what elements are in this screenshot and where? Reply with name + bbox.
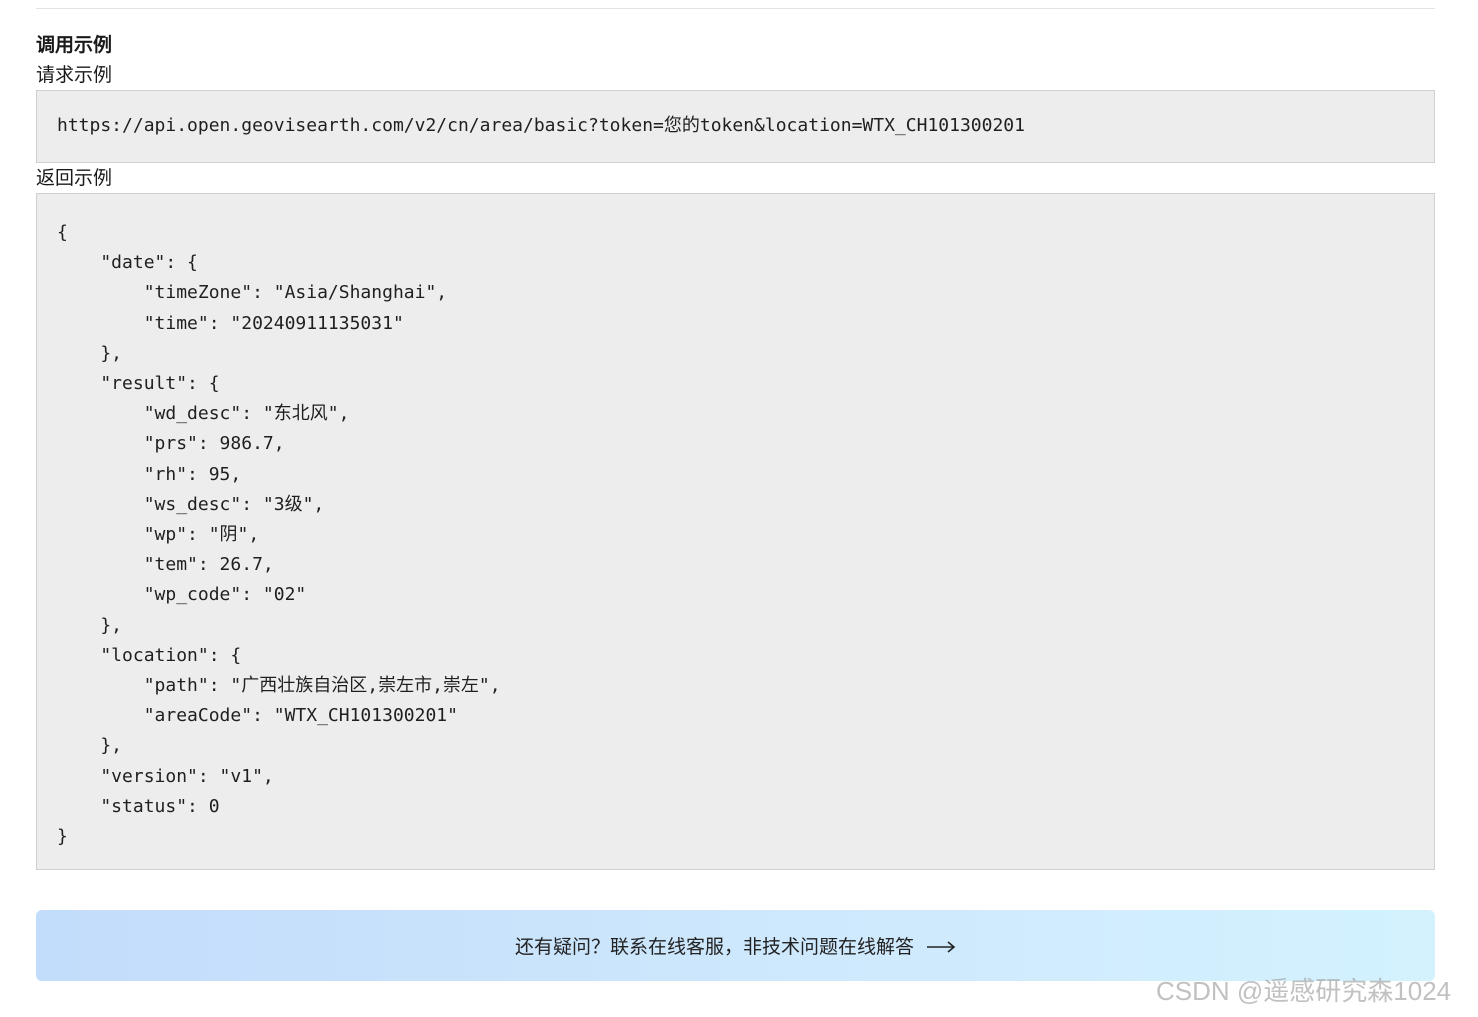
help-contact-banner[interactable]: 还有疑问？联系在线客服，非技术问题在线解答 xyxy=(36,910,1435,981)
code-line: }, xyxy=(57,735,123,757)
response-code-block: { "date": { "timeZone": "Asia/Shanghai",… xyxy=(36,193,1435,870)
code-line: "wp_code": "02" xyxy=(57,584,307,606)
code-line: "status": 0 xyxy=(57,795,220,817)
code-line: } xyxy=(57,826,68,848)
code-line: "time": "20240911135031" xyxy=(57,312,404,334)
code-line: "rh": 95, xyxy=(57,463,242,485)
code-line: "wd_desc": "东北风", xyxy=(57,403,350,425)
code-line: "date": { xyxy=(57,252,198,274)
top-divider xyxy=(36,8,1435,9)
code-line: "areaCode": "WTX_CH101300201" xyxy=(57,705,458,727)
help-text: 还有疑问？联系在线客服，非技术问题在线解答 xyxy=(514,936,914,958)
code-line: "result": { xyxy=(57,373,220,395)
request-code-block: https://api.open.geovisearth.com/v2/cn/a… xyxy=(36,90,1435,163)
code-line: "wp": "阴", xyxy=(57,524,260,546)
code-line: "prs": 986.7, xyxy=(57,433,285,455)
watermark: CSDN @遥感研究森1024 xyxy=(1156,976,1452,1006)
request-example-label: 请求示例 xyxy=(36,64,113,86)
code-line: "location": { xyxy=(57,644,242,666)
request-url[interactable]: https://api.open.geovisearth.com/v2/cn/a… xyxy=(57,114,1025,138)
arrow-right-icon xyxy=(926,939,956,953)
code-line: "version": "v1", xyxy=(57,765,274,787)
code-line: { xyxy=(57,222,68,243)
code-line: }, xyxy=(57,614,123,636)
section-title: 调用示例 xyxy=(36,34,113,56)
code-line: }, xyxy=(57,342,123,364)
code-line: "timeZone": "Asia/Shanghai", xyxy=(57,282,448,304)
code-line: "tem": 26.7, xyxy=(57,554,274,576)
code-line: "ws_desc": "3级", xyxy=(57,493,325,515)
code-line: "path": "广西壮族自治区,崇左市,崇左", xyxy=(57,675,501,697)
response-example-label: 返回示例 xyxy=(36,167,113,189)
response-json[interactable]: { "date": { "timeZone": "Asia/Shanghai",… xyxy=(57,218,501,852)
